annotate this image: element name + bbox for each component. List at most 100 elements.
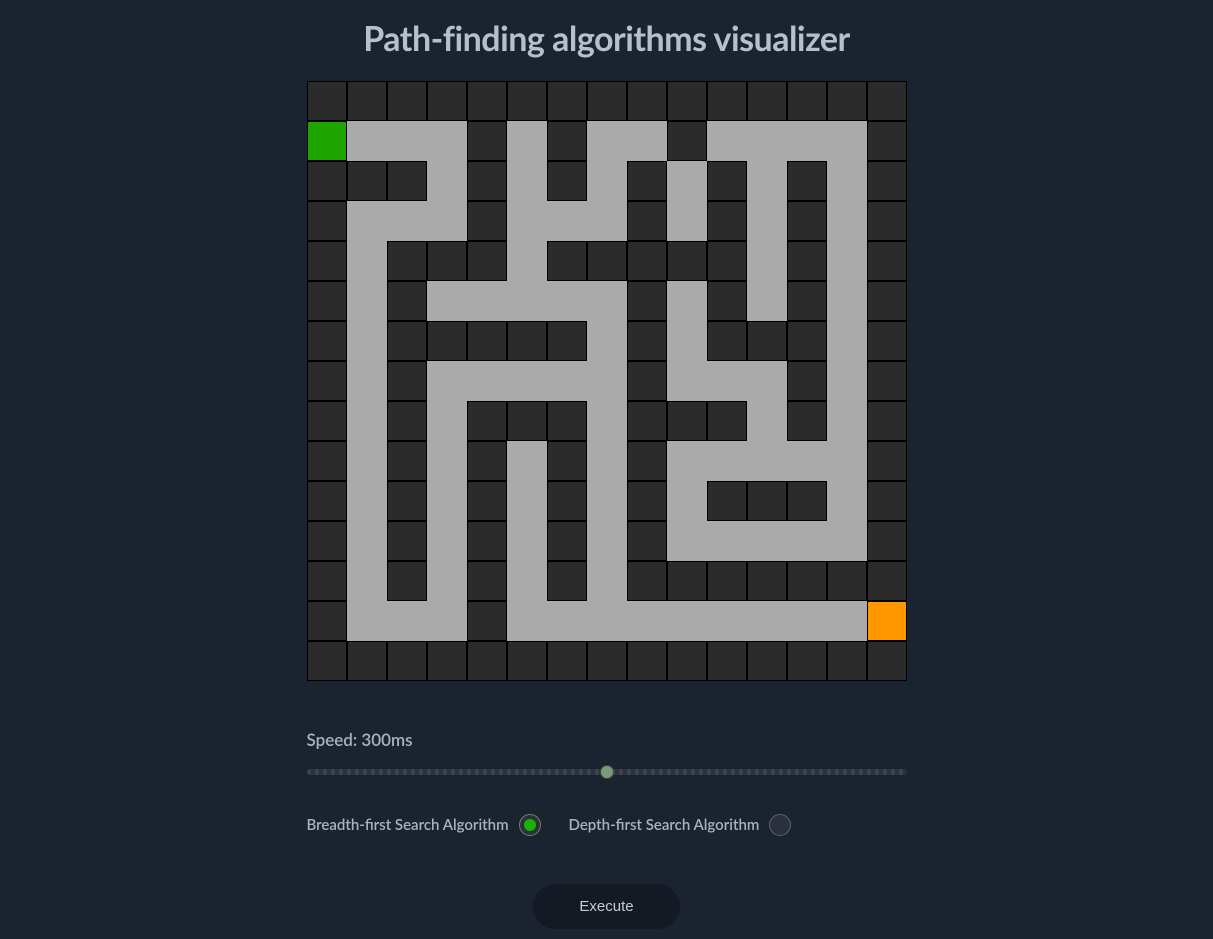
grid-cell[interactable] — [587, 81, 627, 121]
grid-cell[interactable] — [787, 241, 827, 281]
grid-cell[interactable] — [747, 601, 787, 641]
grid-cell[interactable] — [707, 521, 747, 561]
grid-cell[interactable] — [787, 121, 827, 161]
grid-cell[interactable] — [467, 521, 507, 561]
grid-cell[interactable] — [547, 241, 587, 281]
grid-cell[interactable] — [627, 561, 667, 601]
radio-indicator[interactable] — [519, 814, 541, 836]
grid-cell[interactable] — [867, 441, 907, 481]
grid-cell[interactable] — [707, 481, 747, 521]
grid-cell[interactable] — [747, 441, 787, 481]
grid-cell[interactable] — [347, 161, 387, 201]
grid-cell[interactable] — [867, 81, 907, 121]
grid-cell[interactable] — [627, 281, 667, 321]
grid-cell[interactable] — [827, 321, 867, 361]
grid-cell[interactable] — [427, 121, 467, 161]
grid-cell[interactable] — [587, 361, 627, 401]
grid-cell[interactable] — [827, 521, 867, 561]
grid-cell[interactable] — [827, 121, 867, 161]
grid-cell[interactable] — [307, 401, 347, 441]
grid-cell[interactable] — [507, 121, 547, 161]
grid-cell[interactable] — [787, 321, 827, 361]
grid-cell[interactable] — [827, 601, 867, 641]
grid-cell[interactable] — [547, 361, 587, 401]
grid-cell[interactable] — [307, 321, 347, 361]
grid-cell[interactable] — [707, 121, 747, 161]
grid-cell[interactable] — [707, 561, 747, 601]
grid-cell[interactable] — [467, 601, 507, 641]
grid-cell[interactable] — [587, 561, 627, 601]
grid-cell[interactable] — [347, 441, 387, 481]
grid-cell[interactable] — [547, 321, 587, 361]
algo-radio-bfs[interactable]: Breadth-first Search Algorithm — [307, 814, 541, 836]
grid-cell[interactable] — [867, 121, 907, 161]
grid-cell[interactable] — [427, 441, 467, 481]
grid-cell[interactable] — [507, 281, 547, 321]
grid-cell[interactable] — [867, 521, 907, 561]
grid-cell[interactable] — [387, 361, 427, 401]
grid-cell[interactable] — [867, 361, 907, 401]
grid-cell[interactable] — [627, 201, 667, 241]
grid-cell[interactable] — [307, 441, 347, 481]
grid-cell[interactable] — [547, 161, 587, 201]
grid-cell[interactable] — [547, 121, 587, 161]
grid-cell[interactable] — [587, 161, 627, 201]
grid-cell[interactable] — [867, 561, 907, 601]
grid-cell[interactable] — [427, 521, 467, 561]
grid-cell[interactable] — [307, 201, 347, 241]
grid-cell[interactable] — [547, 561, 587, 601]
grid-cell[interactable] — [747, 121, 787, 161]
grid-cell[interactable] — [387, 641, 427, 681]
grid-cell[interactable] — [747, 401, 787, 441]
grid-cell[interactable] — [787, 81, 827, 121]
grid-cell[interactable] — [467, 121, 507, 161]
grid-cell[interactable] — [627, 121, 667, 161]
grid-cell[interactable] — [667, 441, 707, 481]
grid-cell[interactable] — [347, 401, 387, 441]
grid-cell[interactable] — [707, 241, 747, 281]
grid-cell[interactable] — [347, 361, 387, 401]
grid-cell[interactable] — [707, 281, 747, 321]
grid-cell[interactable] — [787, 161, 827, 201]
grid-cell[interactable] — [507, 201, 547, 241]
grid-cell[interactable] — [787, 441, 827, 481]
grid-cell[interactable] — [347, 121, 387, 161]
grid-cell[interactable] — [347, 601, 387, 641]
grid-cell[interactable] — [867, 201, 907, 241]
grid-cell[interactable] — [587, 641, 627, 681]
grid-cell[interactable] — [547, 521, 587, 561]
grid-cell[interactable] — [547, 281, 587, 321]
grid-cell[interactable] — [467, 481, 507, 521]
grid-cell[interactable] — [627, 601, 667, 641]
grid-cell[interactable] — [547, 81, 587, 121]
grid-cell[interactable] — [547, 601, 587, 641]
grid-cell[interactable] — [547, 201, 587, 241]
grid-cell[interactable] — [587, 401, 627, 441]
grid-cell[interactable] — [627, 401, 667, 441]
grid-cell[interactable] — [827, 81, 867, 121]
grid-cell[interactable] — [667, 321, 707, 361]
grid-cell[interactable] — [827, 241, 867, 281]
grid-cell[interactable] — [747, 241, 787, 281]
grid-cell[interactable] — [667, 601, 707, 641]
grid-cell[interactable] — [707, 201, 747, 241]
grid-cell[interactable] — [427, 241, 467, 281]
grid-cell[interactable] — [507, 441, 547, 481]
grid-cell[interactable] — [747, 281, 787, 321]
grid-cell[interactable] — [867, 241, 907, 281]
grid-cell[interactable] — [667, 401, 707, 441]
grid-cell[interactable] — [507, 481, 547, 521]
grid-cell[interactable] — [507, 321, 547, 361]
grid-cell[interactable] — [467, 241, 507, 281]
grid-cell[interactable] — [427, 401, 467, 441]
grid-cell[interactable] — [307, 281, 347, 321]
grid-cell[interactable] — [627, 81, 667, 121]
grid-cell[interactable] — [587, 281, 627, 321]
grid-cell[interactable] — [747, 361, 787, 401]
grid-cell[interactable] — [347, 321, 387, 361]
grid-cell[interactable] — [507, 401, 547, 441]
grid-cell[interactable] — [747, 81, 787, 121]
grid-cell[interactable] — [387, 241, 427, 281]
grid-cell[interactable] — [827, 281, 867, 321]
grid-cell[interactable] — [707, 401, 747, 441]
